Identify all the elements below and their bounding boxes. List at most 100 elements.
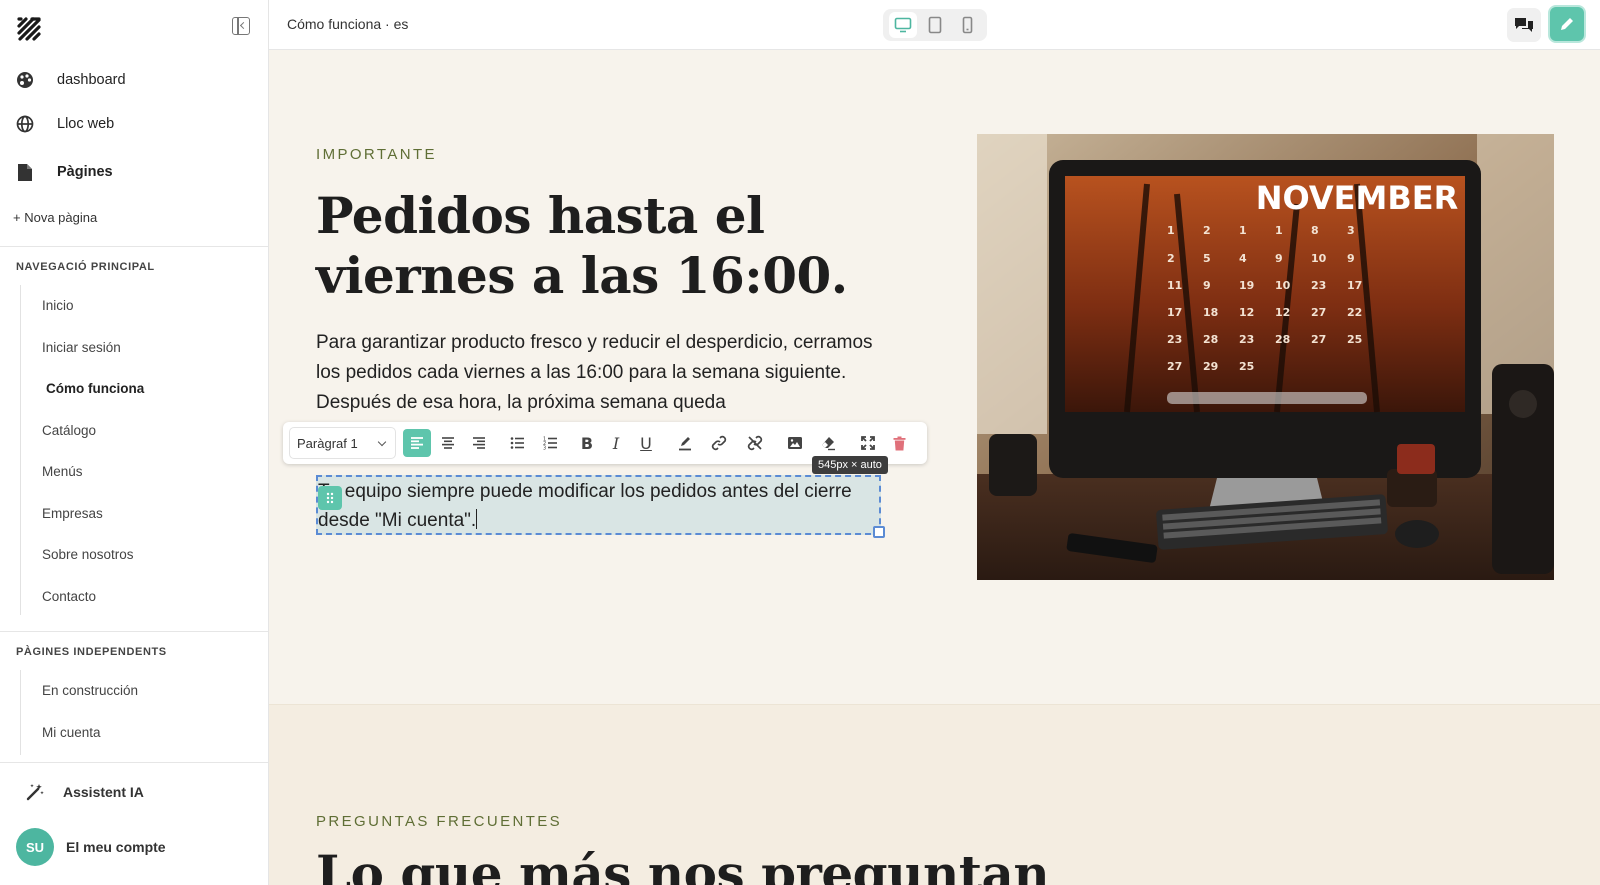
page-item-contacto[interactable]: Contacto: [21, 576, 144, 618]
text-color-button[interactable]: [671, 429, 699, 457]
page-item-empresas[interactable]: Empresas: [21, 493, 144, 535]
tablet-icon: [928, 16, 942, 34]
edited-paragraph-text: Tu equipo siempre puede modificar los pe…: [318, 481, 852, 531]
main-nav: dashboard Lloc web Pàgines: [0, 58, 268, 194]
account-button[interactable]: SU El meu compte: [16, 828, 166, 866]
page-item-mi-cuenta[interactable]: Mi cuenta: [21, 712, 138, 754]
chat-bubbles-icon: [1515, 18, 1533, 32]
numbered-list-button[interactable]: 123: [536, 429, 564, 457]
nav-website[interactable]: Lloc web: [0, 102, 268, 146]
page-canvas: IMPORTANTE Pedidos hasta el viernes a la…: [269, 50, 1600, 885]
desk-computer-illustration: NOVEMBER 121183 2 5 4 9 10 9 11 9 19 10 23 17 17 18…: [977, 134, 1554, 580]
link-button[interactable]: [705, 429, 733, 457]
page-item-menus[interactable]: Menús: [21, 451, 144, 493]
mobile-view-button[interactable]: [953, 12, 981, 38]
page-item-sobre-nosotros[interactable]: Sobre nosotros: [21, 534, 144, 576]
clear-format-button[interactable]: [814, 429, 842, 457]
faq-eyebrow[interactable]: PREGUNTAS FRECUENTES: [316, 813, 562, 830]
svg-text:11: 11: [1167, 279, 1182, 292]
mobile-icon: [962, 16, 972, 34]
italic-button[interactable]: I: [602, 429, 630, 457]
desktop-icon: [894, 17, 912, 33]
logo-icon[interactable]: [16, 16, 42, 42]
svg-text:28: 28: [1275, 333, 1290, 346]
svg-text:28: 28: [1203, 333, 1218, 346]
page-item-inicio[interactable]: Inicio: [21, 285, 144, 327]
svg-text:10: 10: [1275, 279, 1291, 292]
collapse-sidebar-icon[interactable]: [232, 17, 250, 35]
svg-text:25: 25: [1347, 333, 1362, 346]
page-item-catalogo[interactable]: Catálogo: [21, 410, 144, 452]
size-tooltip: 545px × auto: [812, 456, 888, 474]
ai-assistant-button[interactable]: Assistent IA: [26, 783, 144, 801]
sidebar-divider: [0, 762, 268, 763]
svg-text:9: 9: [1203, 279, 1211, 292]
hero-image[interactable]: NOVEMBER 121183 2 5 4 9 10 9 11 9 19 10 23 17 17 18…: [977, 134, 1554, 580]
magic-wand-icon: [26, 784, 44, 801]
page-item-en-construccion[interactable]: En construcción: [21, 670, 138, 712]
svg-text:3: 3: [1347, 224, 1355, 237]
nav-dashboard[interactable]: dashboard: [0, 58, 268, 102]
svg-text:17: 17: [1167, 306, 1182, 319]
svg-text:2: 2: [1203, 224, 1211, 237]
numbered-list-icon: 123: [543, 437, 557, 450]
bullet-list-icon: [510, 437, 524, 449]
unlink-button[interactable]: [741, 429, 769, 457]
account-label: El meu compte: [66, 839, 166, 855]
svg-text:12: 12: [1239, 306, 1254, 319]
insert-image-button[interactable]: [781, 429, 809, 457]
calendar-month-text: NOVEMBER: [1256, 179, 1458, 217]
align-right-icon: [473, 437, 485, 449]
bold-icon: B: [580, 433, 594, 453]
faq-title[interactable]: Lo que más nos preguntan: [316, 844, 1050, 885]
svg-text:2: 2: [1167, 252, 1175, 265]
align-center-button[interactable]: [434, 429, 462, 457]
trash-icon: [893, 436, 905, 450]
svg-text:25: 25: [1239, 360, 1254, 373]
nav-dashboard-label: dashboard: [57, 72, 126, 88]
page-item-iniciar-sesion[interactable]: Iniciar sesión: [21, 327, 144, 369]
svg-text:1: 1: [1239, 224, 1247, 237]
align-right-button[interactable]: [465, 429, 493, 457]
svg-text:10: 10: [1311, 252, 1327, 265]
delete-block-button[interactable]: [885, 429, 913, 457]
align-left-icon: [411, 437, 423, 449]
svg-text:27: 27: [1311, 306, 1326, 319]
body-paragraph[interactable]: Para garantizar producto fresco y reduci…: [316, 328, 886, 418]
device-switcher: [883, 9, 987, 41]
drag-handle-icon[interactable]: [318, 486, 342, 510]
pencil-icon: [1561, 18, 1573, 30]
underline-button[interactable]: U: [632, 429, 660, 457]
svg-text:8: 8: [1311, 224, 1319, 237]
svg-text:23: 23: [1167, 333, 1182, 346]
tablet-view-button[interactable]: [921, 12, 949, 38]
desktop-view-button[interactable]: [889, 12, 917, 38]
top-bar: Cómo funciona · es: [269, 0, 1600, 50]
svg-text:12: 12: [1275, 306, 1290, 319]
nav-website-label: Lloc web: [57, 116, 115, 132]
svg-text:27: 27: [1311, 333, 1326, 346]
nav-pages[interactable]: Pàgines: [0, 150, 268, 194]
bullet-list-button[interactable]: [503, 429, 531, 457]
block-type-select[interactable]: Paràgraf 1: [289, 427, 396, 459]
svg-text:19: 19: [1239, 279, 1254, 292]
section-eyebrow[interactable]: IMPORTANTE: [316, 146, 437, 163]
section-headline[interactable]: Pedidos hasta el viernes a las 16:00.: [316, 186, 896, 306]
comments-button[interactable]: [1507, 8, 1541, 42]
edit-mode-button[interactable]: [1548, 5, 1586, 43]
unlink-icon: [747, 435, 763, 451]
fullscreen-button[interactable]: [854, 429, 882, 457]
page-item-como-funciona[interactable]: Cómo funciona: [21, 368, 144, 410]
sidebar-divider: [0, 246, 268, 247]
resize-handle[interactable]: [873, 526, 885, 538]
avatar: SU: [16, 828, 54, 866]
selected-paragraph-editor[interactable]: Tu equipo siempre puede modificar los pe…: [316, 475, 881, 535]
new-page-link[interactable]: + Nova pàgina: [13, 210, 97, 225]
svg-text:9: 9: [1275, 252, 1283, 265]
bold-button[interactable]: B: [573, 429, 601, 457]
nav-section-title: NAVEGACIÓ PRINCIPAL: [16, 261, 155, 273]
main-nav-tree: Inicio Iniciar sesión Cómo funciona Catá…: [20, 285, 144, 615]
align-left-button[interactable]: [403, 429, 431, 457]
palette-icon: [16, 71, 34, 89]
independent-section-title: PÀGINES INDEPENDENTS: [16, 646, 167, 658]
